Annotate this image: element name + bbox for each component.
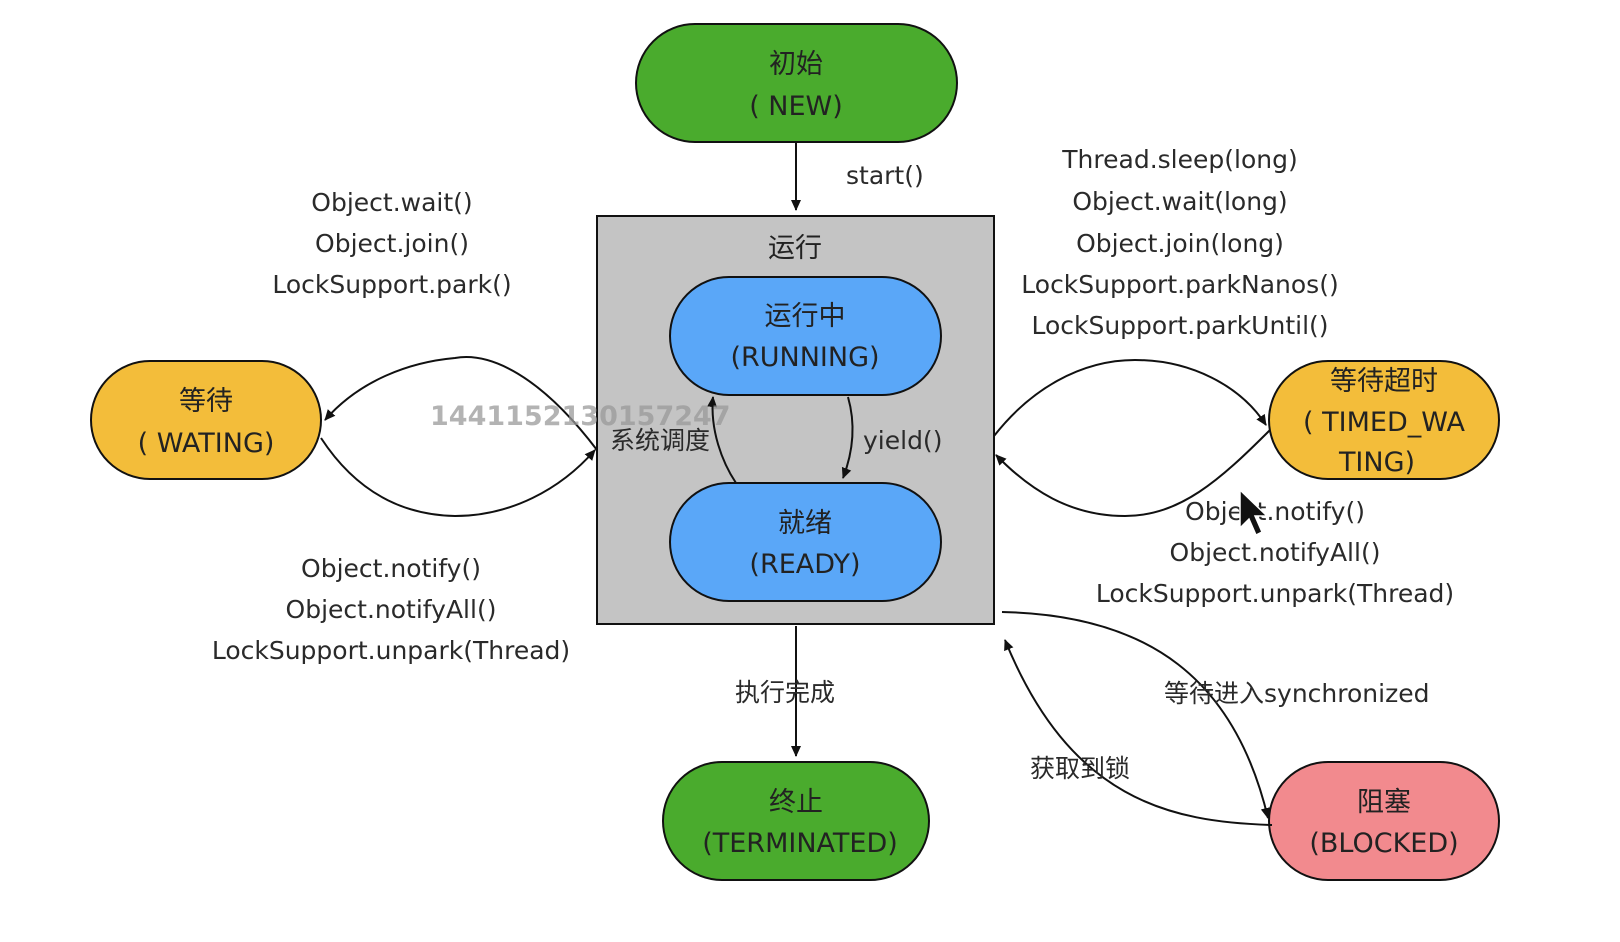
label-to-waiting-2: Object.join(): [315, 229, 469, 258]
label-to-timed-waiting-3: Object.join(long): [1076, 229, 1284, 258]
label-acquire-lock: 获取到锁: [1030, 754, 1130, 783]
edge-running-to-timed-waiting: [993, 358, 1267, 437]
watermark-text: 1441152130157247: [430, 401, 731, 432]
ready-state-code: (READY): [749, 549, 860, 580]
label-from-waiting-3: LockSupport.unpark(Thread): [212, 636, 570, 665]
label-to-waiting-1: Object.wait(): [311, 188, 472, 217]
label-enter-sync: 等待进入synchronized: [1164, 679, 1429, 708]
label-from-waiting-2: Object.notifyAll(): [286, 595, 497, 624]
terminated-state-node: 终止 (TERMINATED): [662, 761, 930, 881]
label-to-timed-waiting-2: Object.wait(long): [1072, 187, 1287, 216]
new-state-node: 初始 ( NEW): [635, 23, 958, 143]
label-from-timed-waiting-2: Object.notifyAll(): [1170, 538, 1381, 567]
label-finish: 执行完成: [735, 678, 835, 707]
ready-state-node: 就绪 (READY): [669, 482, 942, 602]
timed-waiting-state-node: 等待超时 ( TIMED_WA TING): [1268, 360, 1500, 480]
label-to-timed-waiting-4: LockSupport.parkNanos(): [1021, 270, 1338, 299]
timed-waiting-state-code-line2: TING): [1338, 447, 1415, 478]
label-to-waiting-3: LockSupport.park(): [272, 270, 511, 299]
label-from-timed-waiting-1: Object.notify(): [1185, 497, 1365, 526]
ready-state-label: 就绪: [778, 508, 832, 539]
edge-running-to-blocked: [1001, 611, 1271, 819]
blocked-state-node: 阻塞 (BLOCKED): [1268, 761, 1500, 881]
waiting-state-label: 等待: [179, 386, 233, 417]
timed-waiting-state-code-line1: ( TIMED_WA: [1303, 407, 1465, 438]
label-yield: yield(): [863, 426, 942, 455]
running-state-node: 运行中 (RUNNING): [669, 276, 942, 396]
label-to-timed-waiting-1: Thread.sleep(long): [1061, 145, 1297, 174]
label-from-waiting-1: Object.notify(): [301, 554, 481, 583]
label-from-timed-waiting-3: LockSupport.unpark(Thread): [1096, 579, 1454, 608]
new-state-code: ( NEW): [749, 91, 843, 122]
thread-state-diagram: 运行 初始 ( NEW) 运行中 (RUNNING) 就绪 (READY) 等待…: [90, 23, 1500, 881]
waiting-state-node: 等待 ( WATING): [90, 360, 322, 480]
running-state-label: 运行中: [765, 301, 846, 332]
terminated-state-label: 终止: [769, 787, 823, 818]
running-state-code: (RUNNING): [730, 342, 879, 373]
blocked-state-code: (BLOCKED): [1309, 828, 1458, 859]
label-start: start(): [846, 161, 924, 190]
label-to-timed-waiting-5: LockSupport.parkUntil(): [1031, 311, 1328, 340]
edge-blocked-to-running: [1004, 639, 1273, 826]
new-state-label: 初始: [769, 49, 823, 80]
edge-waiting-to-running: [320, 437, 596, 518]
running-container-title: 运行: [768, 233, 822, 264]
terminated-state-code: (TERMINATED): [702, 828, 898, 859]
timed-waiting-state-label: 等待超时: [1330, 366, 1438, 397]
blocked-state-label: 阻塞: [1357, 787, 1411, 818]
waiting-state-code: ( WATING): [138, 428, 275, 459]
